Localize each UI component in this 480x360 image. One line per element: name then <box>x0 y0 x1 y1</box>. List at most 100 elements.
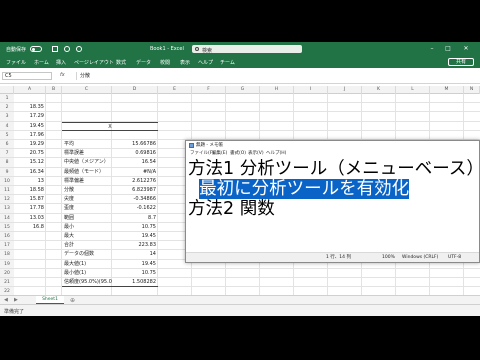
cell[interactable]: 2.612276 <box>112 177 158 186</box>
column-header[interactable]: M <box>430 86 464 94</box>
cell[interactable]: 平均 <box>62 140 112 149</box>
cell[interactable]: 18.35 <box>14 103 46 112</box>
tab-team[interactable]: チーム <box>220 59 235 66</box>
maximize-icon[interactable]: □ <box>444 45 452 53</box>
tab-layout[interactable]: ページレイアウト <box>74 59 114 66</box>
row-header[interactable]: 12 <box>0 195 14 205</box>
cell[interactable]: 17.96 <box>14 131 46 140</box>
row-header[interactable]: 15 <box>0 222 14 232</box>
column-header[interactable]: N <box>464 86 480 94</box>
cell[interactable]: 最小値(1) <box>62 269 112 278</box>
cell[interactable]: -0.34866 <box>112 195 158 204</box>
cell[interactable]: 分散 <box>62 186 112 195</box>
cell[interactable]: 標準偏差 <box>62 177 112 186</box>
cell[interactable]: 合計 <box>62 241 112 250</box>
np-menu-edit[interactable]: 編集(E) <box>212 150 227 158</box>
cell[interactable]: 223.83 <box>112 241 158 250</box>
redo-icon[interactable] <box>76 46 82 52</box>
column-header[interactable]: F <box>192 86 226 94</box>
cell[interactable]: 17.29 <box>14 112 46 121</box>
column-header[interactable]: L <box>396 86 430 94</box>
row-header[interactable]: 3 <box>0 112 14 122</box>
name-box[interactable]: C5 <box>2 72 52 80</box>
np-menu-format[interactable]: 書式(O) <box>230 150 246 158</box>
cell[interactable]: 20.75 <box>14 149 46 158</box>
cell[interactable]: 15.66786 <box>112 140 158 149</box>
undo-icon[interactable] <box>64 46 70 52</box>
cell[interactable]: 19.29 <box>14 140 46 149</box>
column-header[interactable]: D <box>112 86 158 94</box>
np-menu-view[interactable]: 表示(V) <box>248 150 264 158</box>
cell[interactable]: #N/A <box>112 168 158 177</box>
cell[interactable]: 歪度 <box>62 204 112 213</box>
cell[interactable]: 13 <box>14 177 46 186</box>
next-sheet-icon[interactable]: ▶ <box>14 297 18 303</box>
cell[interactable]: 18.58 <box>14 186 46 195</box>
cell[interactable]: 0.69816 <box>112 149 158 158</box>
row-header[interactable]: 18 <box>0 250 14 260</box>
prev-sheet-icon[interactable]: ◀ <box>4 297 8 303</box>
row-header[interactable]: 17 <box>0 241 14 251</box>
cell[interactable]: 8.7 <box>112 214 158 223</box>
cell[interactable]: 最頻値（モード） <box>62 168 112 177</box>
fx-icon[interactable]: fx <box>60 72 65 78</box>
tab-home[interactable]: ホーム <box>34 59 49 66</box>
close-icon[interactable]: ✕ <box>462 45 470 53</box>
row-header[interactable]: 2 <box>0 103 14 113</box>
cell[interactable]: 最小 <box>62 223 112 232</box>
column-header[interactable]: A <box>14 86 46 94</box>
column-header[interactable]: B <box>46 86 62 94</box>
tab-insert[interactable]: 挿入 <box>56 59 66 66</box>
cell[interactable]: データの個数 <box>62 250 112 259</box>
cell[interactable]: 17.78 <box>14 204 46 213</box>
cell[interactable]: 最大 <box>62 232 112 241</box>
cell[interactable]: 10.75 <box>112 269 158 278</box>
cell[interactable]: 19.45 <box>112 232 158 241</box>
np-menu-file[interactable]: ファイル(F) <box>190 150 214 158</box>
notepad-text-area[interactable]: 方法1 分析ツール（メニューベース） 最初に分析ツールを有効化 方法2 関数 <box>188 159 480 247</box>
tab-formulas[interactable]: 数式 <box>116 59 126 66</box>
row-header[interactable]: 19 <box>0 259 14 269</box>
row-header[interactable]: 13 <box>0 204 14 214</box>
save-icon[interactable] <box>52 46 58 52</box>
cell[interactable]: 19.45 <box>112 260 158 269</box>
column-header[interactable]: J <box>328 86 362 94</box>
add-sheet-icon[interactable]: ⊕ <box>70 297 75 304</box>
row-header[interactable]: 14 <box>0 213 14 223</box>
row-header[interactable]: 16 <box>0 232 14 242</box>
row-header[interactable]: 5 <box>0 130 14 140</box>
row-header[interactable]: 4 <box>0 121 14 131</box>
cell[interactable]: 16.34 <box>14 168 46 177</box>
cell[interactable]: 15.12 <box>14 158 46 167</box>
column-header[interactable]: C <box>62 86 112 94</box>
row-header[interactable]: 21 <box>0 278 14 288</box>
tab-help[interactable]: ヘルプ <box>198 59 213 66</box>
tab-data[interactable]: データ <box>136 59 151 66</box>
cell[interactable]: 16.54 <box>112 158 158 167</box>
row-header[interactable]: 10 <box>0 176 14 186</box>
np-menu-help[interactable]: ヘルプ(H) <box>266 150 286 158</box>
cell[interactable]: 14 <box>112 250 158 259</box>
tab-review[interactable]: 校閲 <box>160 59 170 66</box>
cell[interactable]: 13.03 <box>14 214 46 223</box>
column-header[interactable]: E <box>158 86 192 94</box>
cell[interactable]: 10.75 <box>112 223 158 232</box>
cell[interactable]: 最大値(1) <box>62 260 112 269</box>
minimize-icon[interactable]: – <box>428 45 436 53</box>
column-header[interactable]: H <box>260 86 294 94</box>
column-header[interactable]: K <box>362 86 396 94</box>
cell[interactable]: 6.823987 <box>112 186 158 195</box>
tab-view[interactable]: 表示 <box>180 59 190 66</box>
cell[interactable]: 中央値（メジアン） <box>62 158 112 167</box>
row-header[interactable]: 8 <box>0 158 14 168</box>
share-button[interactable]: 共有 <box>448 58 474 66</box>
row-header[interactable]: 7 <box>0 149 14 159</box>
column-header[interactable]: G <box>226 86 260 94</box>
column-header[interactable]: I <box>294 86 328 94</box>
row-header[interactable]: 9 <box>0 167 14 177</box>
search-input[interactable]: 検索 <box>192 45 302 54</box>
cell[interactable]: 尖度 <box>62 195 112 204</box>
notepad-window[interactable]: 無題 - メモ帳 ファイル(F) 編集(E) 書式(O) 表示(V) ヘルプ(H… <box>185 140 480 263</box>
cell[interactable]: 範囲 <box>62 214 112 223</box>
row-header[interactable]: 1 <box>0 94 14 104</box>
